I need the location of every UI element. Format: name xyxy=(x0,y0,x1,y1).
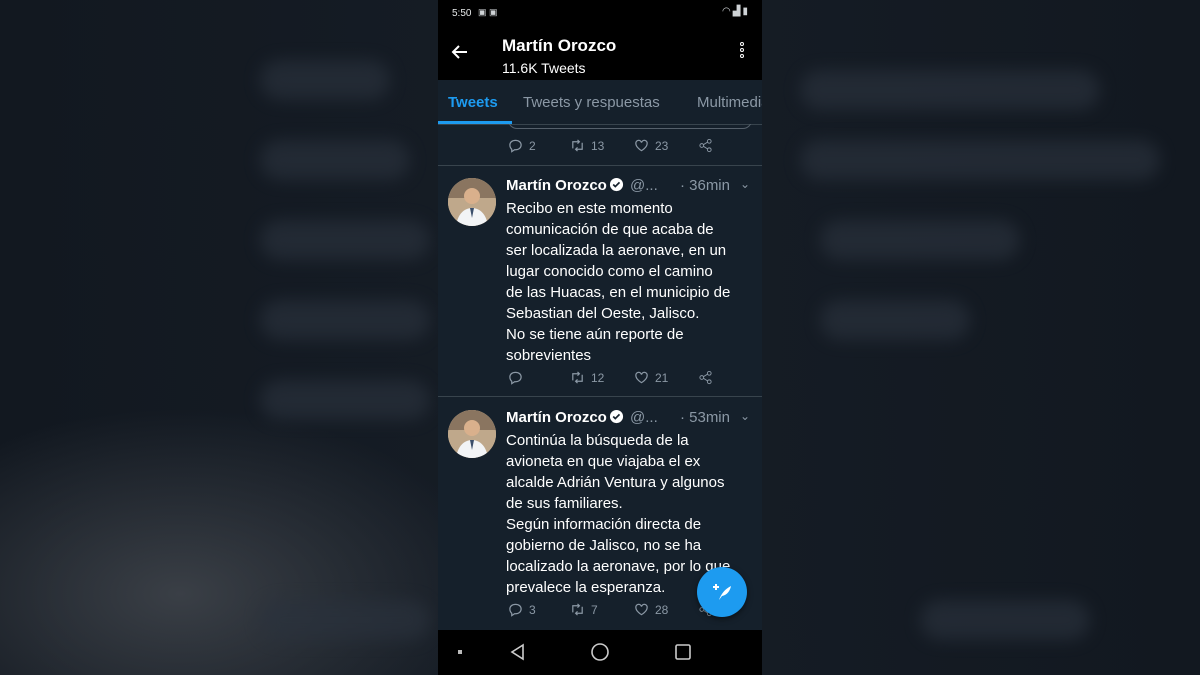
blurred-shape xyxy=(260,600,430,640)
blurred-shape xyxy=(800,140,1160,180)
avatar[interactable] xyxy=(448,410,496,458)
like-button[interactable]: 21 xyxy=(634,370,668,385)
compose-feather-icon xyxy=(713,584,731,600)
profile-tabs: Tweets Tweets y respuestas Multimedia xyxy=(438,80,762,125)
retweet-button[interactable]: 13 xyxy=(570,138,604,153)
blurred-shape xyxy=(800,70,1100,110)
status-time: 5:50 xyxy=(452,8,472,19)
tweet-time: · 53min xyxy=(679,409,730,426)
verified-icon xyxy=(609,177,623,192)
battery-icon: ▮ xyxy=(742,6,750,17)
profile-header: Martín Orozco 11.6K Tweets xyxy=(438,28,762,80)
reply-count: 2 xyxy=(529,138,536,153)
retweet-count: 12 xyxy=(591,370,605,385)
retweet-count: 13 xyxy=(591,138,605,153)
compose-tweet-button[interactable] xyxy=(697,567,747,617)
share-icon xyxy=(699,370,712,385)
like-count: 28 xyxy=(655,602,669,617)
tweet-author: Martín Orozco xyxy=(506,177,607,194)
blurred-shape xyxy=(260,220,430,260)
chevron-down-icon[interactable]: ⌄ xyxy=(740,409,750,423)
nav-back-button[interactable] xyxy=(508,642,528,667)
retweet-icon xyxy=(572,371,583,384)
avatar-image xyxy=(448,410,496,458)
status-bar: 5:50 ▣ ▣ ◠▟▮ xyxy=(438,0,762,28)
reply-icon xyxy=(509,603,522,617)
tweet-actions: 12 21 xyxy=(508,370,738,388)
tweet-time: · 36min xyxy=(679,177,730,194)
retweet-button[interactable]: 7 xyxy=(570,602,598,617)
share-icon xyxy=(699,138,712,153)
tweet-feed[interactable]: 2 13 23 Martín Orozco @... · 36min ⌄ Rec… xyxy=(438,124,762,630)
retweet-button[interactable]: 12 xyxy=(570,370,604,385)
heart-icon xyxy=(635,139,648,152)
like-button[interactable]: 23 xyxy=(634,138,668,153)
tweet-actions: 2 13 23 xyxy=(508,138,738,156)
blurred-shape xyxy=(260,60,390,100)
blurred-shape xyxy=(260,140,410,180)
profile-name: Martín Orozco xyxy=(502,36,617,55)
blurred-shape xyxy=(260,380,430,420)
back-button[interactable] xyxy=(450,42,474,66)
reply-count: 3 xyxy=(529,602,536,617)
tab-tweets[interactable]: Tweets xyxy=(448,94,498,111)
like-count: 21 xyxy=(655,370,669,385)
notification-icons: ▣ ▣ xyxy=(478,7,498,17)
tweet-handle: @... xyxy=(630,409,658,426)
retweet-icon xyxy=(572,603,583,616)
reply-button[interactable] xyxy=(508,370,529,385)
tweet[interactable]: Martín Orozco @... · 36min ⌄ Recibo en e… xyxy=(438,166,762,396)
tweet-handle: @... xyxy=(630,177,658,194)
nav-dot-icon[interactable] xyxy=(458,650,462,654)
chevron-down-icon[interactable]: ⌄ xyxy=(740,177,750,191)
back-arrow-icon xyxy=(451,45,467,59)
wifi-icon: ◠ xyxy=(722,6,733,17)
nav-home-circle-icon xyxy=(591,643,609,661)
phone-screen: 5:50 ▣ ▣ ◠▟▮ Martín Orozco 11.6K Tweets … xyxy=(438,0,762,675)
heart-icon xyxy=(635,371,648,384)
heart-icon xyxy=(635,603,648,616)
nav-recents-square-icon xyxy=(675,644,691,660)
share-button[interactable] xyxy=(698,138,719,153)
more-options-button[interactable] xyxy=(738,42,746,66)
reply-button[interactable]: 3 xyxy=(508,602,536,617)
tweet-text: Recibo en este momento comunicación de q… xyxy=(506,200,731,364)
tab-multimedia[interactable]: Multimedia xyxy=(697,94,762,111)
reply-icon xyxy=(509,139,522,153)
avatar[interactable] xyxy=(448,178,496,226)
more-dot xyxy=(740,48,744,52)
tweet-divider xyxy=(438,396,762,397)
verified-icon xyxy=(609,409,623,424)
blurred-shape xyxy=(820,300,970,340)
reply-button[interactable]: 2 xyxy=(508,138,536,153)
nav-recents-button[interactable] xyxy=(673,642,693,667)
retweet-count: 7 xyxy=(591,602,598,617)
media-card-bottom xyxy=(508,124,752,129)
tweet-header: Martín Orozco @... · 36min ⌄ xyxy=(506,177,752,197)
nav-home-button[interactable] xyxy=(590,642,610,667)
tweet-count: 11.6K Tweets xyxy=(502,60,586,76)
blurred-shape xyxy=(820,220,1020,260)
retweet-icon xyxy=(572,139,583,152)
status-right-icons: ◠▟▮ xyxy=(722,6,750,17)
more-dots-icon xyxy=(740,42,744,46)
android-navigation-bar xyxy=(438,630,762,675)
tweet-header: Martín Orozco @... · 53min ⌄ xyxy=(506,409,752,429)
blurred-shape xyxy=(920,600,1090,640)
like-count: 23 xyxy=(655,138,669,153)
reply-icon xyxy=(509,371,522,385)
share-button[interactable] xyxy=(698,370,719,385)
avatar-image xyxy=(448,178,496,226)
blurred-shape xyxy=(260,300,430,340)
like-button[interactable]: 28 xyxy=(634,602,668,617)
tab-tweets-y-respuestas[interactable]: Tweets y respuestas xyxy=(523,94,660,111)
tweet-author: Martín Orozco xyxy=(506,409,607,426)
nav-back-triangle-icon xyxy=(510,643,524,661)
more-dot xyxy=(740,54,744,58)
